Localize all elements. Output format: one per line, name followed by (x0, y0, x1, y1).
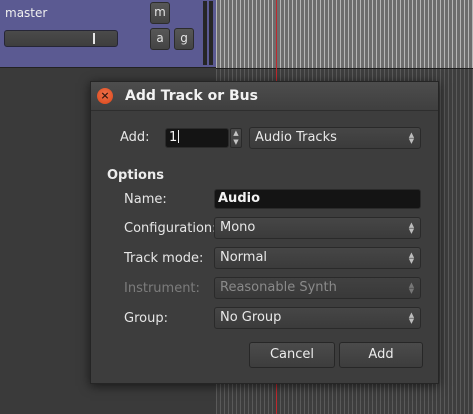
track-separator (0, 67, 216, 68)
master-track-region[interactable] (216, 0, 473, 68)
dialog-titlebar[interactable]: × Add Track or Bus (91, 82, 438, 111)
group-button[interactable]: g (174, 28, 194, 50)
spinner-icon[interactable]: ▲ ▼ (230, 128, 242, 148)
automation-button[interactable]: a (150, 28, 170, 50)
level-meter-right (209, 1, 213, 65)
name-input[interactable]: Audio (214, 189, 421, 209)
track-name[interactable]: master (5, 6, 47, 20)
track-type-value: Audio Tracks (255, 130, 337, 145)
track-count-value: 1 (169, 130, 178, 145)
add-button[interactable]: Add (339, 342, 423, 368)
fader-knob[interactable] (93, 33, 95, 44)
cancel-button[interactable]: Cancel (249, 342, 335, 368)
instrument-select: Reasonable Synth ▲ ▼ (214, 277, 421, 299)
close-icon[interactable]: × (97, 88, 113, 104)
combo-arrows-icon: ▲ ▼ (408, 281, 415, 295)
combo-arrows-icon: ▲ ▼ (408, 221, 415, 235)
options-heading: Options (107, 168, 164, 183)
text-caret (178, 130, 180, 143)
configuration-label: Configuration: (124, 221, 217, 236)
track-count-input[interactable]: 1 (165, 128, 229, 148)
group-select[interactable]: No Group ▲ ▼ (214, 307, 421, 329)
gain-fader[interactable] (4, 30, 118, 47)
track-mode-select[interactable]: Normal ▲ ▼ (214, 247, 421, 269)
combo-arrows-icon: ▲ ▼ (408, 311, 415, 325)
configuration-value: Mono (220, 220, 256, 235)
track-mode-value: Normal (220, 250, 268, 265)
master-track-header[interactable]: master m a g (0, 0, 216, 67)
name-label: Name: (124, 192, 167, 207)
instrument-label: Instrument: (124, 281, 200, 296)
track-mode-label: Track mode: (124, 251, 204, 266)
track-type-select[interactable]: Audio Tracks ▲ ▼ (249, 127, 421, 149)
combo-arrows-icon: ▲ ▼ (408, 131, 415, 145)
mute-button[interactable]: m (150, 2, 170, 24)
dialog-title: Add Track or Bus (125, 88, 258, 104)
add-track-dialog: × Add Track or Bus Add: 1 ▲ ▼ Audio Track… (90, 81, 439, 384)
add-label: Add: (120, 130, 150, 145)
group-value: No Group (220, 310, 282, 325)
group-label: Group: (124, 311, 168, 326)
configuration-select[interactable]: Mono ▲ ▼ (214, 217, 421, 239)
track-divider (216, 68, 473, 69)
combo-arrows-icon: ▲ ▼ (408, 251, 415, 265)
level-meter-left (203, 1, 207, 65)
instrument-value: Reasonable Synth (220, 280, 337, 295)
